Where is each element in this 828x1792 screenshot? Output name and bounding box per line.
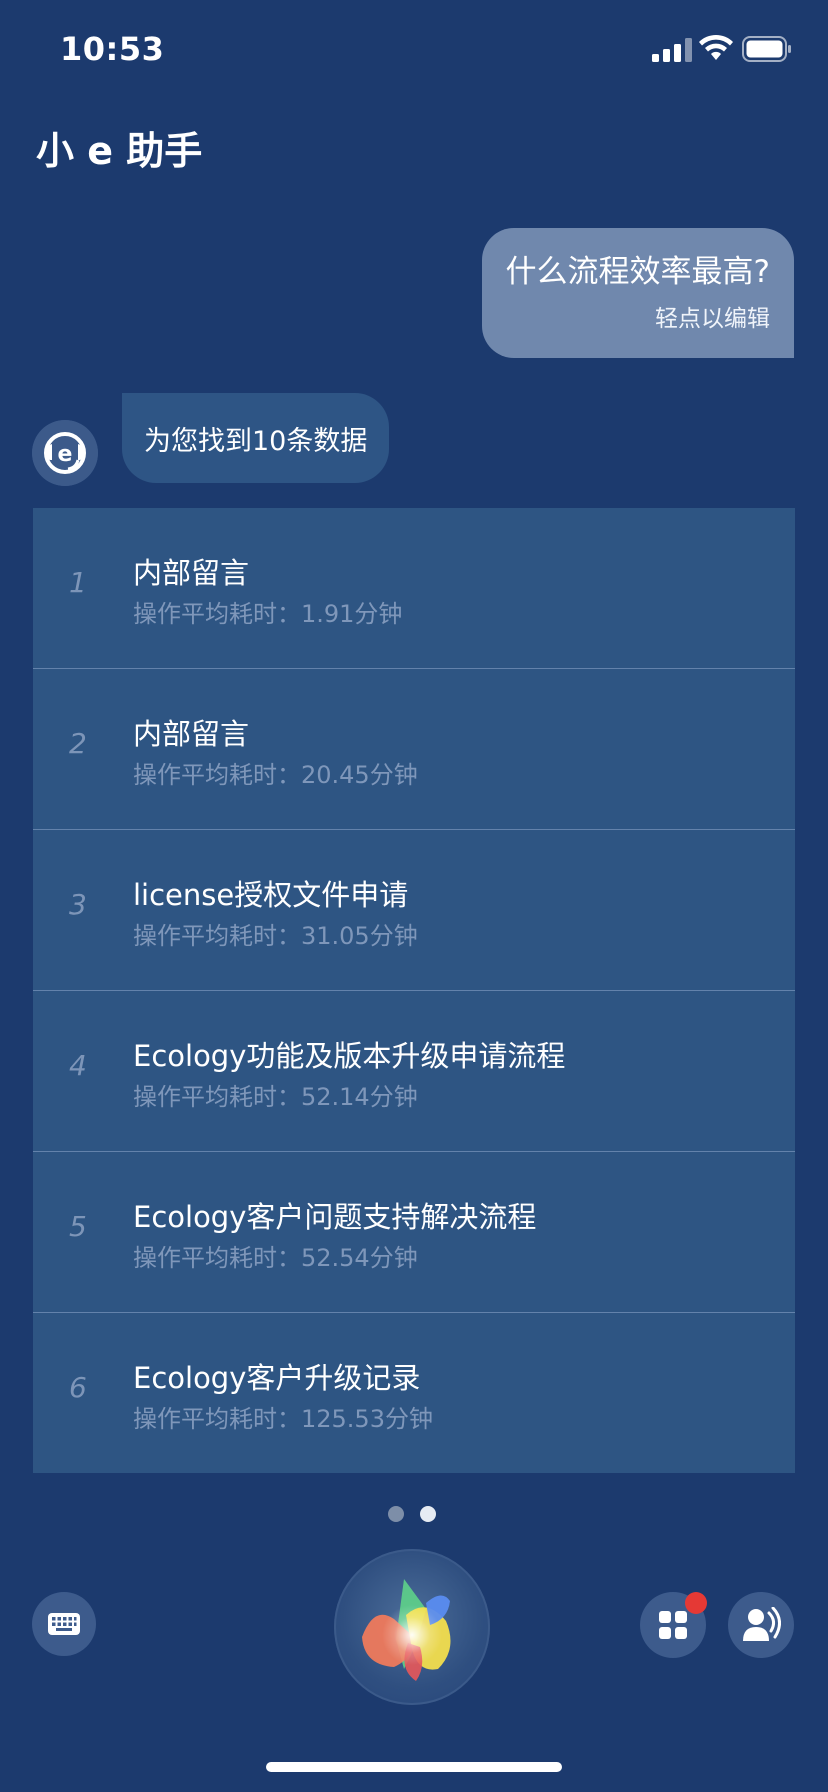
voice-orb-icon: [362, 1579, 451, 1681]
edit-hint[interactable]: 轻点以编辑: [506, 302, 770, 336]
list-item-meta: 操作平均耗时：1.91分钟: [133, 600, 403, 628]
bot-avatar: e: [32, 420, 98, 486]
list-item-index: 2: [69, 727, 87, 760]
apps-grid-icon: [659, 1611, 687, 1639]
notification-badge: [685, 1592, 707, 1614]
list-item[interactable]: 1 内部留言 操作平均耗时：1.91分钟: [33, 508, 795, 669]
voice-profile-button[interactable]: [728, 1592, 794, 1658]
list-item[interactable]: 5 Ecology客户问题支持解决流程 操作平均耗时：52.54分钟: [33, 1152, 795, 1313]
list-item-index: 1: [69, 566, 87, 599]
page-indicator: [388, 1506, 438, 1522]
cellular-signal-icon: [652, 38, 692, 62]
list-item-title: Ecology客户问题支持解决流程: [133, 1200, 537, 1234]
home-indicator[interactable]: [266, 1762, 562, 1772]
list-item-index: 3: [69, 888, 87, 921]
list-item[interactable]: 4 Ecology功能及版本升级申请流程 操作平均耗时：52.14分钟: [33, 991, 795, 1152]
list-item[interactable]: 3 license授权文件申请 操作平均耗时：31.05分钟: [33, 830, 795, 991]
list-item-index: 5: [69, 1210, 87, 1243]
list-item-index: 6: [69, 1371, 87, 1404]
list-item-title: Ecology功能及版本升级申请流程: [133, 1039, 566, 1073]
status-time: 10:53: [60, 30, 165, 68]
page-dot-active[interactable]: [420, 1506, 436, 1522]
page-title: 小 e 助手: [36, 129, 203, 173]
list-item-title: Ecology客户升级记录: [133, 1361, 421, 1395]
person-voice-icon: [743, 1607, 781, 1641]
list-item[interactable]: 6 Ecology客户升级记录 操作平均耗时：125.53分钟: [33, 1313, 795, 1473]
keyboard-button[interactable]: [32, 1592, 96, 1656]
list-item-meta: 操作平均耗时：31.05分钟: [133, 922, 418, 950]
assistant-logo-icon: e: [32, 420, 98, 486]
keyboard-icon: [48, 1613, 80, 1635]
user-message-text: 什么流程效率最高?: [505, 254, 770, 290]
bot-message-text: 为您找到10条数据: [144, 425, 368, 457]
list-item-meta: 操作平均耗时：52.54分钟: [133, 1244, 418, 1272]
list-item-meta: 操作平均耗时：125.53分钟: [133, 1405, 433, 1433]
voice-input-button[interactable]: [334, 1549, 490, 1705]
wifi-icon: [699, 34, 733, 60]
list-item-title: 内部留言: [133, 556, 250, 590]
list-item[interactable]: 2 内部留言 操作平均耗时：20.45分钟: [33, 669, 795, 830]
list-item-meta: 操作平均耗时：52.14分钟: [133, 1083, 418, 1111]
list-item-meta: 操作平均耗时：20.45分钟: [133, 761, 418, 789]
bot-message-bubble: 为您找到10条数据: [122, 393, 390, 483]
list-item-title: 内部留言: [133, 717, 250, 751]
results-list: 1 内部留言 操作平均耗时：1.91分钟 2 内部留言 操作平均耗时：20.45…: [33, 508, 795, 1473]
list-item-index: 4: [69, 1049, 87, 1082]
list-item-title: license授权文件申请: [133, 878, 409, 912]
user-message-bubble[interactable]: 什么流程效率最高? 轻点以编辑: [481, 228, 794, 358]
status-bar: 10:53: [0, 0, 828, 100]
battery-icon: [742, 36, 791, 62]
svg-text:e: e: [58, 442, 73, 467]
page-dot[interactable]: [388, 1506, 404, 1522]
